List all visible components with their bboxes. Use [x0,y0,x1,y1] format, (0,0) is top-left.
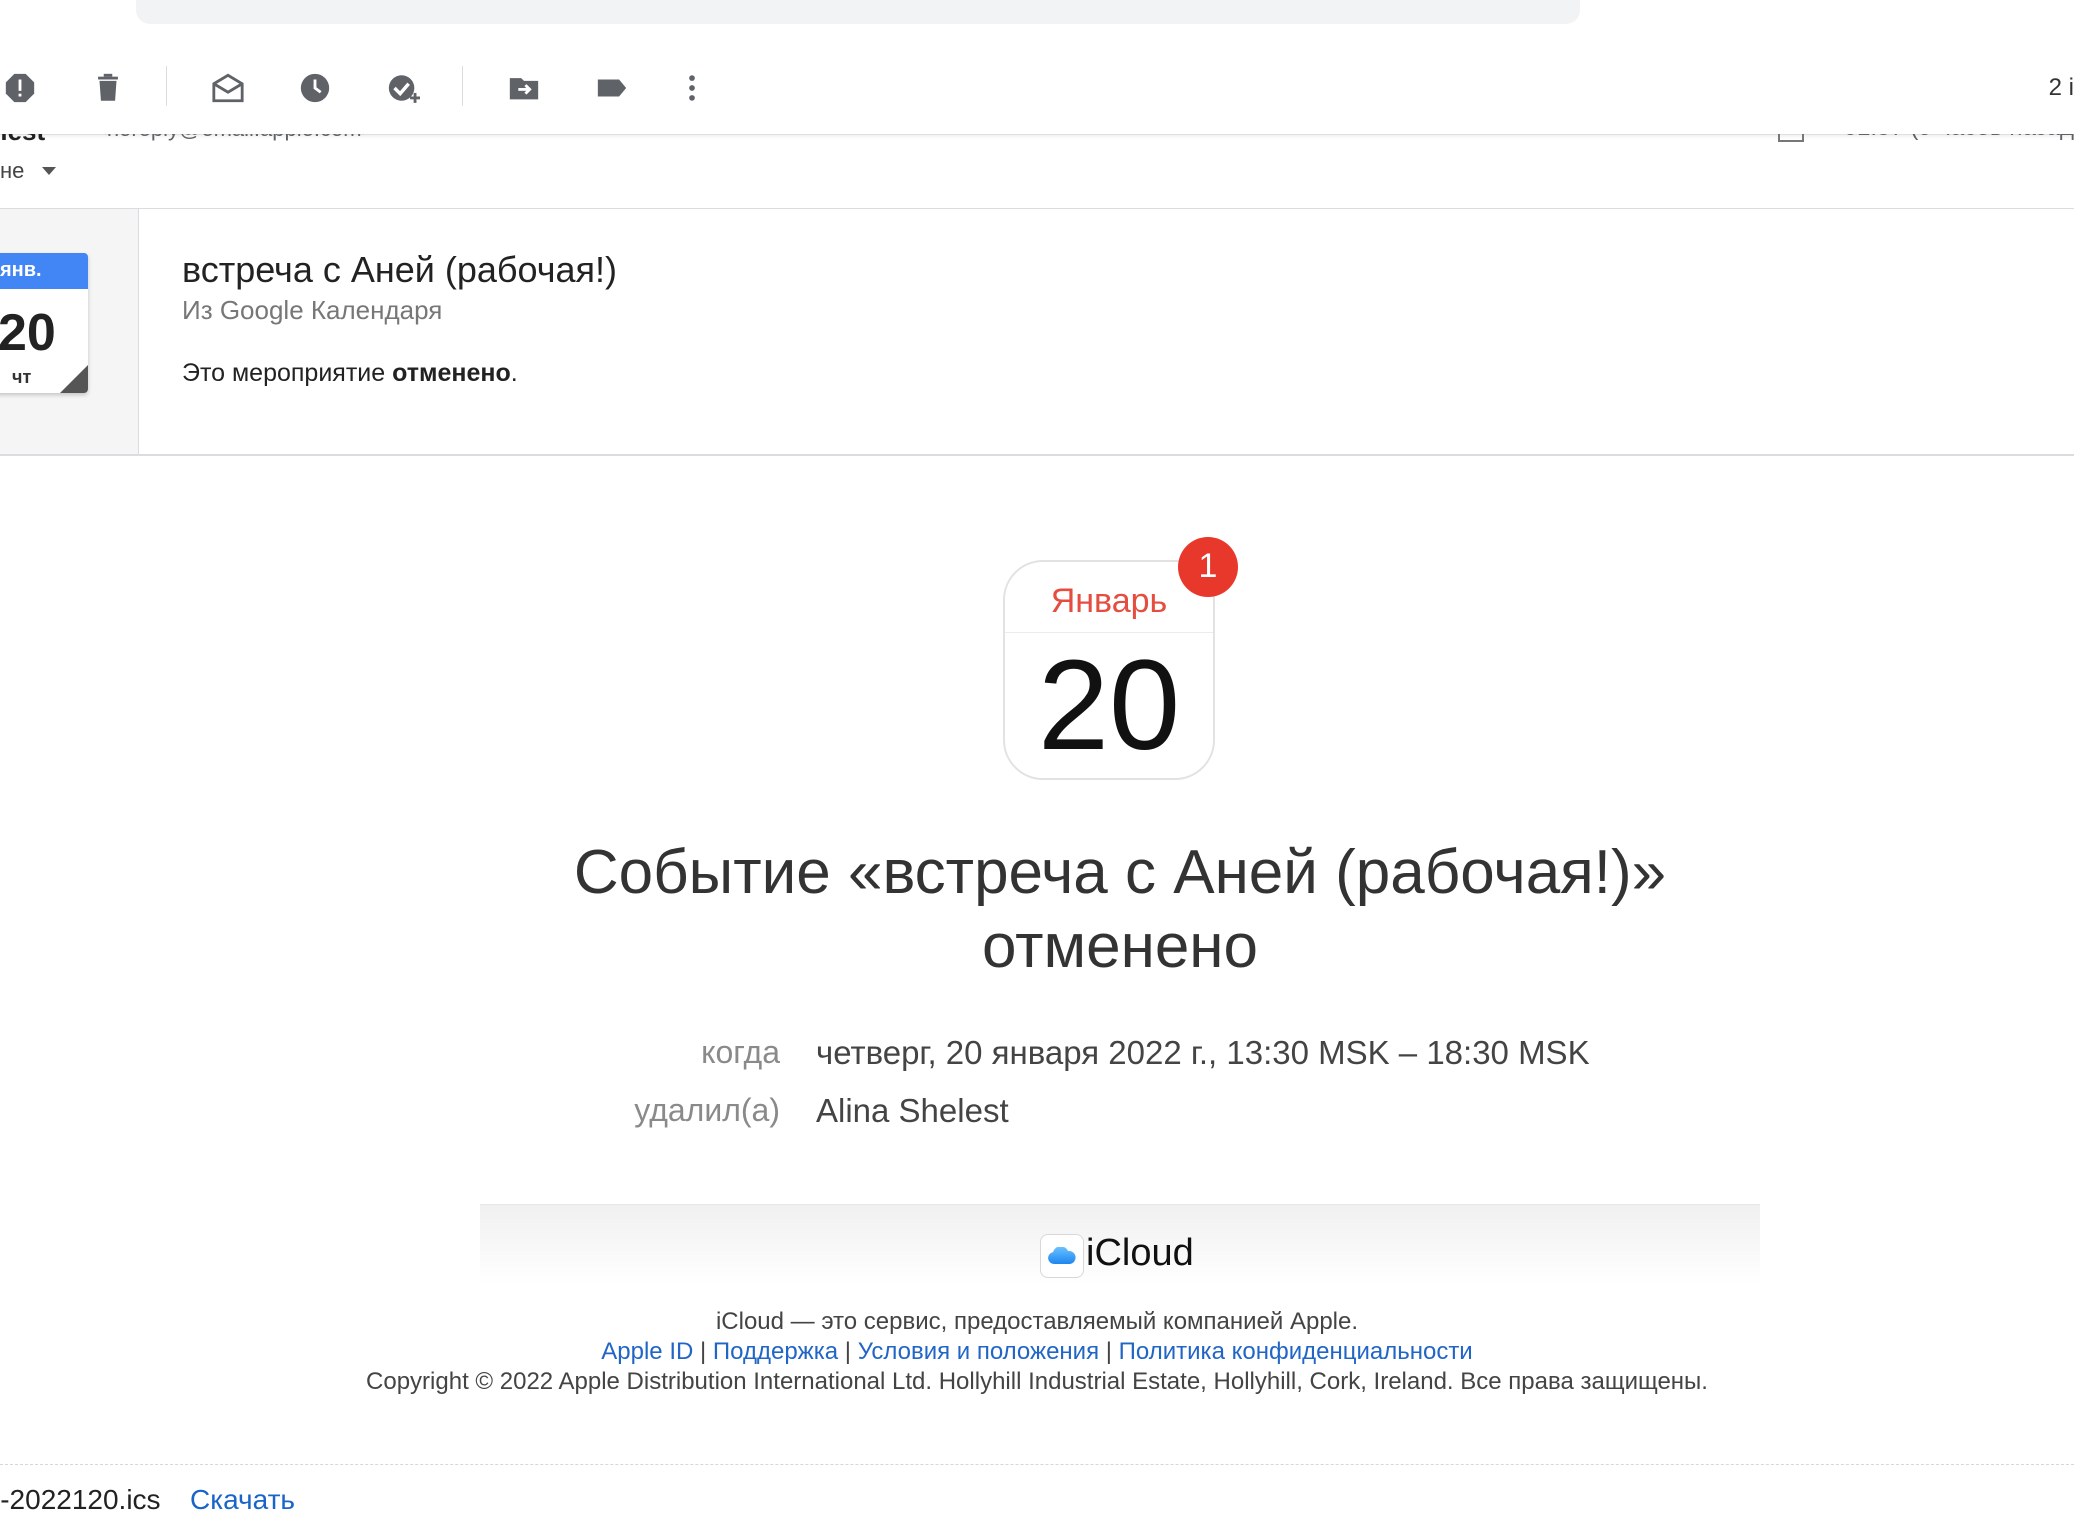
delete-icon[interactable] [88,68,128,108]
calendar-date-tile: янв. 20 чт [0,253,88,393]
sender-row: nelest <noreply@email.apple.com> не 01:5… [0,134,2074,208]
add-to-tasks-icon[interactable] [383,68,423,108]
attachment-divider [0,1464,2074,1465]
page-counter: 2 i [2048,74,2074,101]
gcal-status-message: Это мероприятие отменено. [182,359,518,387]
calendar-icon-month: Январь [1050,582,1168,620]
link-terms[interactable]: Условия и положения [858,1338,1099,1365]
calendar-app-icon: Январь 20 [1003,560,1215,780]
sender-email: <noreply@email.apple.com> [94,134,374,142]
deleted-by-label: удалил(а) [634,1092,780,1128]
message-toolbar: 2 i [0,40,2074,135]
gcal-side-panel: янв. 20 чт [0,209,139,454]
page-fold-icon [60,365,88,393]
footer-description: iCloud — это сервис, предоставляемый ком… [715,1308,1359,1335]
link-privacy[interactable]: Политика конфиденциальности [1119,1338,1473,1365]
notification-badge: 1 [1178,537,1238,597]
tile-day: 20 [0,304,56,362]
icloud-icon [1040,1234,1084,1278]
download-link[interactable]: Скачать [190,1484,295,1516]
sender-name: nelest [0,134,45,147]
when-label: когда [701,1034,780,1070]
gcal-event-title: встреча с Аней (рабочая!) [182,249,618,290]
more-icon[interactable] [672,68,712,108]
google-calendar-card: янв. 20 чт встреча с Аней (рабочая!) Из … [0,208,2074,456]
tile-month: янв. [0,259,42,281]
icloud-brand: iCloud [1086,1232,1194,1274]
move-to-icon[interactable] [504,68,544,108]
when-row: когда четверг, 20 января 2022 г., 13:30 … [0,1034,2074,1078]
snooze-icon[interactable] [295,68,335,108]
attachment-filename[interactable]: l-2022120.ics [0,1484,161,1516]
deleted-by-value: Alina Shelest [816,1092,1009,1129]
link-support[interactable]: Поддержка [713,1338,838,1365]
event-cancelled-title: Событие «встреча с Аней (рабочая!)» отме… [573,838,1667,981]
link-apple-id[interactable]: Apple ID [601,1338,693,1365]
attachment-icon [1778,134,1804,142]
calendar-icon-day: 20 [1037,634,1181,777]
message-date: 01:57 (9 часов назад [1844,134,2074,142]
recipient-dropdown[interactable]: не [0,158,24,184]
gcal-source: Из Google Календаря [182,295,443,325]
search-bar[interactable] [136,0,1580,24]
tile-weekday: чт [12,367,32,387]
label-icon[interactable] [592,68,632,108]
footer-copyright: Copyright © 2022 Apple Distribution Inte… [366,1368,1708,1395]
cancelled-word: отменено [392,359,511,387]
chevron-down-icon[interactable] [42,167,56,175]
footer-links: Apple ID | Поддержка | Условия и положен… [601,1338,1473,1365]
when-value: четверг, 20 января 2022 г., 13:30 MSK – … [816,1034,1590,1071]
report-spam-icon[interactable] [0,68,40,108]
mark-unread-icon[interactable] [208,68,248,108]
deleted-by-row: удалил(а) Alina Shelest [0,1092,2074,1136]
